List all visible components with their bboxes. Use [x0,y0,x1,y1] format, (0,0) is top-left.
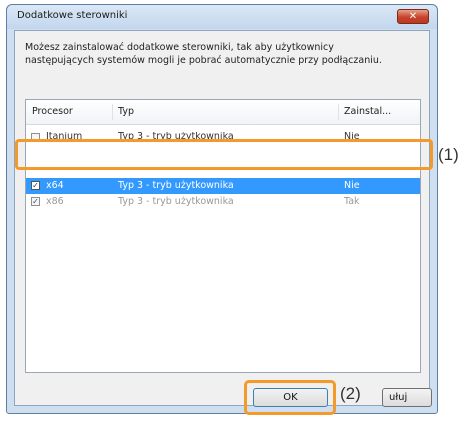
row-installed: Nie [344,180,360,191]
title-bar: Dodatkowe sterowniki ✕ [7,5,437,29]
ok-highlight-callout [244,380,336,415]
column-header-type[interactable]: Typ [118,100,134,124]
additional-drivers-dialog: Dodatkowe sterowniki ✕ Możesz zainstalow… [6,4,438,414]
dialog-body: Możesz zainstalować dodatkowe sterowniki… [14,30,430,406]
dialog-title: Dodatkowe sterowniki [17,10,128,21]
column-header-processor[interactable]: Procesor [32,100,73,124]
column-header-installed[interactable]: Zainstal... [344,100,391,124]
cancel-button-label: ułuj [389,392,408,403]
row-type: Typ 3 - tryb użytkownika [118,196,234,207]
list-header: Procesor Typ Zainstal... [26,100,420,125]
row-processor: x64 [46,180,64,191]
row-type: Typ 3 - tryb użytkownika [118,180,234,191]
close-icon: ✕ [408,11,418,22]
list-row-x86[interactable]: ✓ x86 Typ 3 - tryb użytkownika Tak [26,194,420,210]
row-installed: Tak [344,196,360,207]
callout-label-1: (1) [438,145,459,164]
column-divider[interactable] [112,104,113,120]
column-divider[interactable] [338,104,339,120]
close-button[interactable]: ✕ [397,9,429,24]
row-highlight-callout [15,139,433,170]
list-row-x64[interactable]: ✓ x64 Typ 3 - tryb użytkownika Nie [26,178,420,194]
row-processor: x86 [46,196,64,207]
row-checkbox-checked[interactable]: ✓ [31,181,40,190]
callout-label-2: (2) [340,384,361,403]
cancel-button[interactable]: ułuj [382,388,432,407]
description-text: Możesz zainstalować dodatkowe sterowniki… [25,41,435,67]
row-checkbox-checked[interactable]: ✓ [31,197,40,206]
description-line-2: następujących systemów mogli je pobrać a… [25,55,382,66]
description-line-1: Możesz zainstalować dodatkowe sterowniki… [25,42,334,53]
